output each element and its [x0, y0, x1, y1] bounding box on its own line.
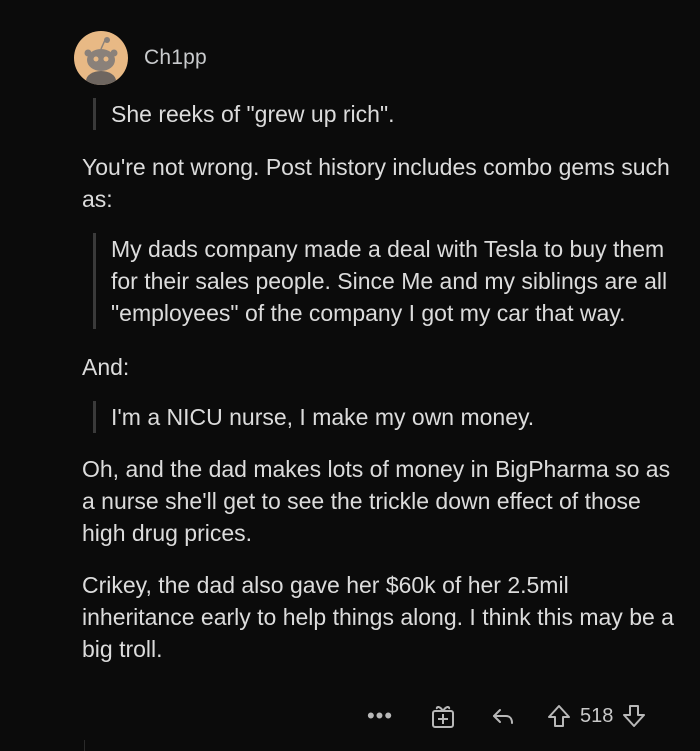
- paragraph: And:: [82, 354, 130, 380]
- downvote-icon: [623, 705, 646, 727]
- comment-header: Ch1pp: [74, 30, 207, 86]
- quote-text: She reeks of "grew up rich".: [111, 101, 395, 127]
- more-icon: •••: [366, 703, 394, 728]
- comment-body: She reeks of "grew up rich". You're not …: [82, 96, 682, 665]
- blockquote: My dads company made a deal with Tesla t…: [93, 233, 682, 329]
- thread-line: [84, 740, 85, 751]
- award-button[interactable]: [428, 702, 458, 730]
- username[interactable]: Ch1pp: [144, 46, 207, 70]
- user-avatar[interactable]: [74, 31, 128, 85]
- reply-icon: [493, 709, 513, 724]
- upvote-button[interactable]: [544, 702, 574, 730]
- quote-text: My dads company made a deal with Tesla t…: [111, 236, 668, 326]
- award-icon: [432, 705, 454, 728]
- more-options-button[interactable]: •••: [360, 703, 400, 729]
- paragraph: Crikey, the dad also gave her $60k of he…: [82, 572, 674, 662]
- snoo-avatar-icon: [84, 37, 118, 85]
- reply-button[interactable]: [488, 702, 518, 730]
- paragraph: You're not wrong. Post history includes …: [82, 154, 670, 212]
- comment-actions: ••• 518: [360, 698, 649, 734]
- quote-text: I'm a NICU nurse, I make my own money.: [111, 404, 535, 430]
- vote-score: 518: [580, 704, 614, 727]
- upvote-icon: [548, 705, 570, 727]
- blockquote: I'm a NICU nurse, I make my own money.: [93, 401, 682, 433]
- paragraph: Oh, and the dad makes lots of money in B…: [82, 456, 671, 546]
- downvote-button[interactable]: [619, 702, 649, 730]
- blockquote: She reeks of "grew up rich".: [93, 98, 682, 130]
